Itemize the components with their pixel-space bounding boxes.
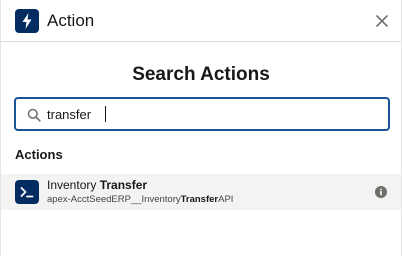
result-title: Inventory Transfer — [47, 178, 147, 192]
result-api-match: Transfer — [180, 194, 219, 205]
text-caret — [105, 106, 106, 122]
search-icon — [27, 108, 41, 122]
panel-header: Action — [1, 0, 401, 42]
action-panel: Action Search Actions Actions Inventory … — [0, 0, 402, 256]
close-button[interactable] — [373, 12, 391, 30]
close-icon — [376, 15, 388, 27]
result-title-match: Transfer — [99, 178, 148, 192]
search-input[interactable] — [47, 104, 367, 124]
result-api-name: apex-AcctSeedERP__InventoryTransferAPI — [47, 194, 233, 206]
lightning-icon — [15, 9, 39, 33]
info-icon — [380, 188, 382, 196]
result-api-suffix: API — [218, 194, 234, 205]
result-api-prefix: apex-AcctSeedERP__Inventory — [47, 194, 181, 205]
result-item[interactable]: Inventory Transfer apex-AcctSeedERP__Inv… — [1, 174, 401, 210]
terminal-icon — [15, 180, 39, 204]
info-button[interactable] — [375, 186, 387, 198]
section-label-actions: Actions — [15, 147, 63, 162]
panel-title: Action — [47, 11, 95, 30]
search-box[interactable] — [14, 97, 390, 131]
result-title-prefix: Inventory — [47, 178, 100, 192]
search-heading: Search Actions — [132, 64, 270, 85]
